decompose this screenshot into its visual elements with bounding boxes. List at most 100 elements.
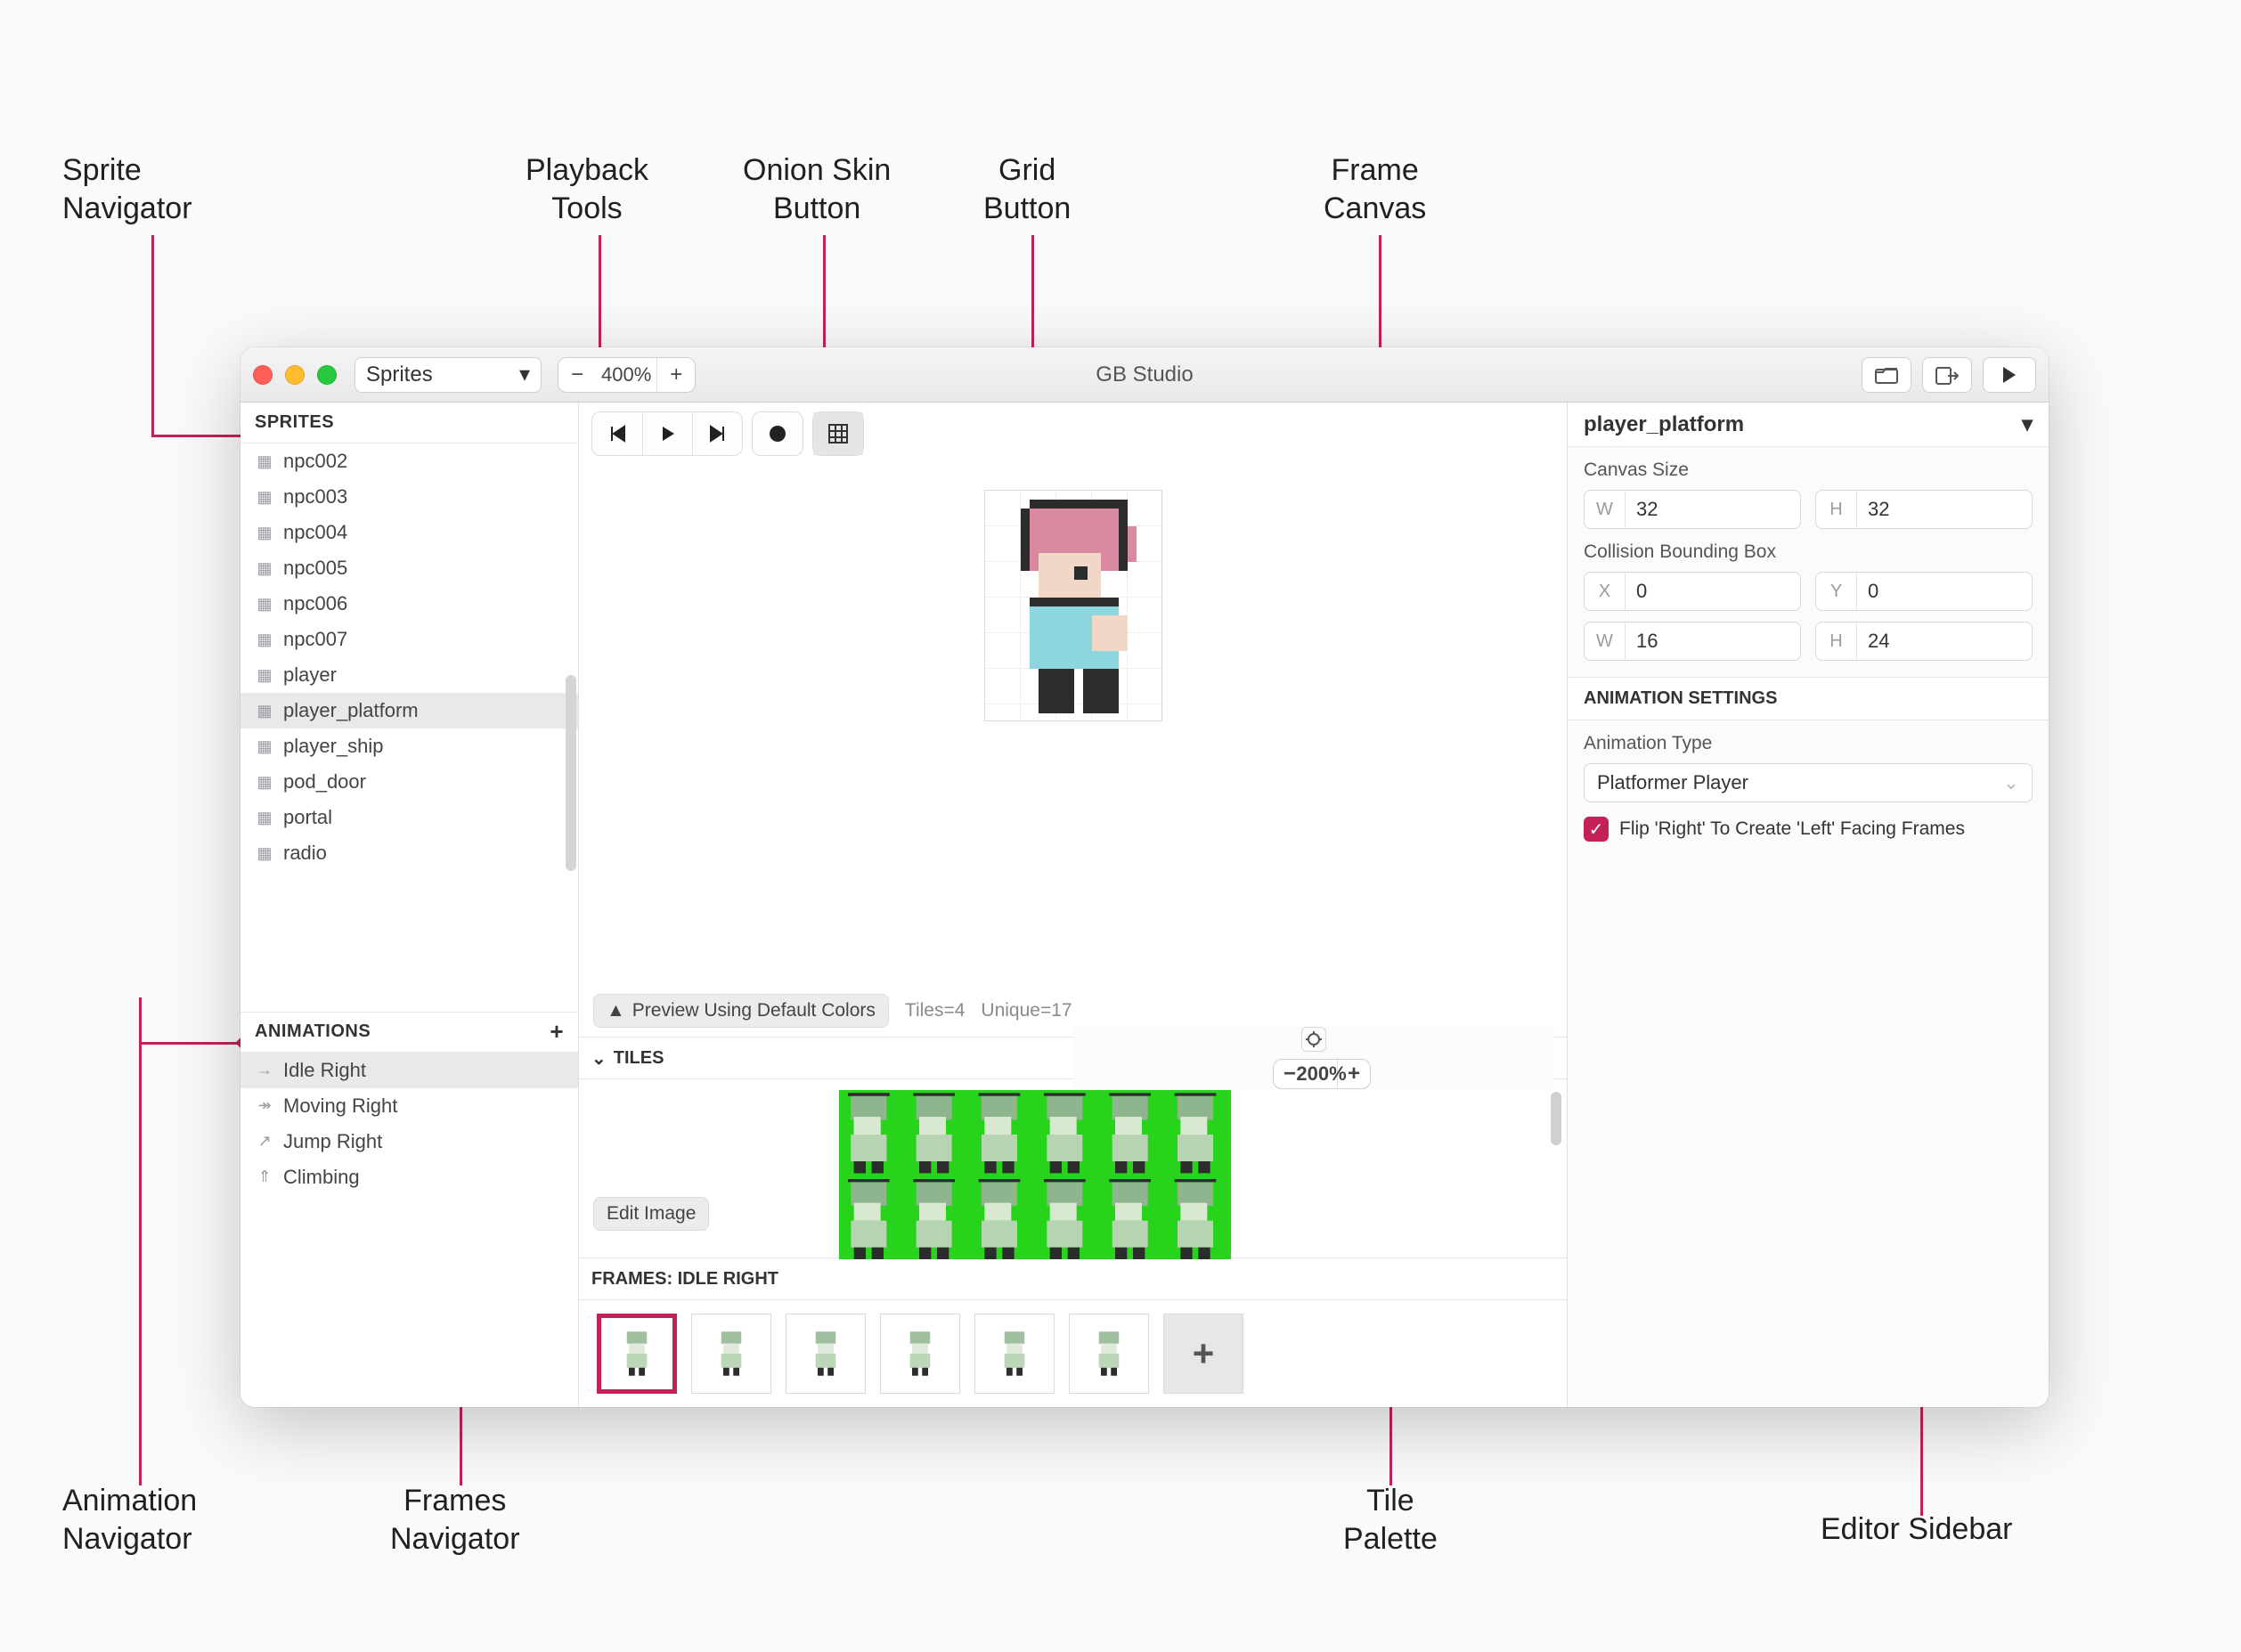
frame-thumb[interactable] [974, 1314, 1055, 1394]
frame-sprite [998, 1330, 1031, 1378]
sprite-row-player_platform[interactable]: ▦player_platform [240, 693, 578, 728]
annotation-line [139, 1042, 242, 1045]
sprite-icon: ▦ [255, 594, 274, 614]
tile-sheet[interactable] [839, 1090, 1231, 1259]
onion-skin-icon [768, 424, 787, 444]
sprite-row-npc003[interactable]: ▦npc003 [240, 479, 578, 515]
bbox-w-input[interactable]: W 16 [1584, 622, 1801, 661]
animation-row[interactable]: ⇑Climbing [240, 1160, 578, 1195]
frame-canvas[interactable] [984, 490, 1162, 721]
prev-frame-button[interactable] [592, 412, 642, 455]
sprite-icon: ▦ [255, 701, 274, 720]
export-button[interactable] [1922, 357, 1972, 393]
next-frame-button[interactable] [692, 412, 742, 455]
frame-sprite [904, 1330, 936, 1378]
frame-thumb[interactable] [786, 1314, 866, 1394]
play-button[interactable] [642, 412, 692, 455]
add-frame-button[interactable]: + [1163, 1314, 1243, 1394]
close-icon[interactable] [253, 365, 273, 385]
bbox-x-input[interactable]: X 0 [1584, 572, 1801, 611]
sprite-icon: ▦ [255, 808, 274, 827]
edit-image-button[interactable]: Edit Image [593, 1197, 709, 1231]
sprite-row-npc006[interactable]: ▦npc006 [240, 586, 578, 622]
tile-palette-area[interactable]: Edit Image [579, 1079, 1567, 1257]
sprite-icon: ▦ [255, 487, 274, 507]
sprite-row-npc007[interactable]: ▦npc007 [240, 622, 578, 657]
add-animation-button[interactable]: + [550, 1018, 564, 1046]
bbox-label: Collision Bounding Box [1584, 541, 2033, 563]
annotation-tile-palette: Tile Palette [1343, 1482, 1438, 1558]
frame-thumb[interactable] [880, 1314, 960, 1394]
sprite-icon: ▦ [255, 558, 274, 578]
height-prefix: H [1816, 491, 1857, 528]
left-column: SPRITES ▦npc002▦npc003▦npc004▦npc005▦npc… [240, 403, 579, 1407]
frame-canvas-area[interactable] [579, 465, 1567, 985]
frame-sprite [1093, 1330, 1125, 1378]
annotation-line [139, 997, 142, 1485]
window-controls [253, 365, 337, 385]
run-button[interactable] [1983, 357, 2036, 393]
sprite-icon: ▦ [255, 772, 274, 792]
animation-row[interactable]: ↠Moving Right [240, 1088, 578, 1124]
bbox-y-input[interactable]: Y 0 [1815, 572, 2033, 611]
grid-button[interactable] [813, 412, 863, 455]
checkbox-checked-icon: ✓ [1584, 817, 1609, 842]
sprite-icon: ▦ [255, 736, 274, 756]
app-window: Sprites ▾ − 400% + GB Studio SPRITES [240, 347, 2049, 1407]
bbox-h-input[interactable]: H 24 [1815, 622, 2033, 661]
animations-heading: ANIMATIONS + [240, 1012, 578, 1053]
sprite-row-player[interactable]: ▦player [240, 657, 578, 693]
frame-thumb[interactable] [1069, 1314, 1149, 1394]
zoom-level[interactable]: 400% [596, 358, 657, 392]
locate-tile-button[interactable] [1301, 1027, 1326, 1052]
chevron-down-icon: ▾ [2022, 411, 2033, 437]
onion-skin-button[interactable] [753, 412, 803, 455]
width-prefix: W [1585, 491, 1626, 528]
sprite-list[interactable]: ▦npc002▦npc003▦npc004▦npc005▦npc006▦npc0… [240, 444, 578, 1012]
frame-thumb[interactable] [691, 1314, 771, 1394]
tile-sheet-sprites [839, 1090, 1231, 1259]
sprite-row-npc005[interactable]: ▦npc005 [240, 550, 578, 586]
maximize-icon[interactable] [317, 365, 337, 385]
preview-colors-chip[interactable]: ▲ Preview Using Default Colors [593, 994, 889, 1028]
sidebar-title: player_platform [1584, 412, 1744, 437]
sprite-row-radio[interactable]: ▦radio [240, 835, 578, 871]
annotation-editor-sidebar: Editor Sidebar [1821, 1510, 2012, 1549]
annotation-line [151, 235, 154, 435]
crosshair-icon [1306, 1031, 1322, 1047]
canvas-width-input[interactable]: W 32 [1584, 490, 1801, 529]
canvas-size-label: Canvas Size [1584, 460, 2033, 481]
sprite-row-npc004[interactable]: ▦npc004 [240, 515, 578, 550]
skip-forward-icon [709, 425, 727, 443]
animation-list[interactable]: →Idle Right↠Moving Right↗Jump Right⇑Clim… [240, 1053, 578, 1407]
toolbar [579, 403, 1567, 465]
animation-row[interactable]: ↗Jump Right [240, 1124, 578, 1160]
frame-thumb[interactable] [597, 1314, 677, 1394]
flip-checkbox-row[interactable]: ✓ Flip 'Right' To Create 'Left' Facing F… [1568, 802, 2049, 856]
minimize-icon[interactable] [285, 365, 305, 385]
canvas-height-input[interactable]: H 32 [1815, 490, 2033, 529]
zoom-in-button[interactable]: + [657, 358, 695, 392]
anim-type-select[interactable]: Platformer Player ⌄ [1584, 763, 2033, 802]
zoom-out-button[interactable]: − [558, 358, 596, 392]
skip-back-icon [608, 425, 626, 443]
animation-row[interactable]: →Idle Right [240, 1053, 578, 1088]
chevron-down-icon: ▾ [519, 362, 530, 387]
tiles-heading[interactable]: ⌄ TILES − 200% + [579, 1037, 1567, 1079]
flip-label: Flip 'Right' To Create 'Left' Facing Fra… [1619, 818, 1965, 840]
scrollbar-thumb[interactable] [566, 675, 576, 871]
sprite-icon: ▦ [255, 523, 274, 542]
sprite-row-pod_door[interactable]: ▦pod_door [240, 764, 578, 800]
sidebar-title-row[interactable]: player_platform ▾ [1568, 403, 2049, 447]
sprite-icon: ▦ [255, 843, 274, 863]
sprite-row-portal[interactable]: ▦portal [240, 800, 578, 835]
tiles-scrollbar[interactable] [1551, 1092, 1561, 1145]
sprite-row-npc002[interactable]: ▦npc002 [240, 444, 578, 479]
anim-type-label: Animation Type [1584, 733, 2033, 754]
editor-sidebar: player_platform ▾ Canvas Size W 32 H 32 [1568, 403, 2049, 1407]
mode-select[interactable]: Sprites ▾ [354, 357, 542, 393]
sprite-row-player_ship[interactable]: ▦player_ship [240, 728, 578, 764]
play-icon [2001, 366, 2017, 384]
playback-tools [591, 411, 743, 456]
folder-button[interactable] [1862, 357, 1911, 393]
